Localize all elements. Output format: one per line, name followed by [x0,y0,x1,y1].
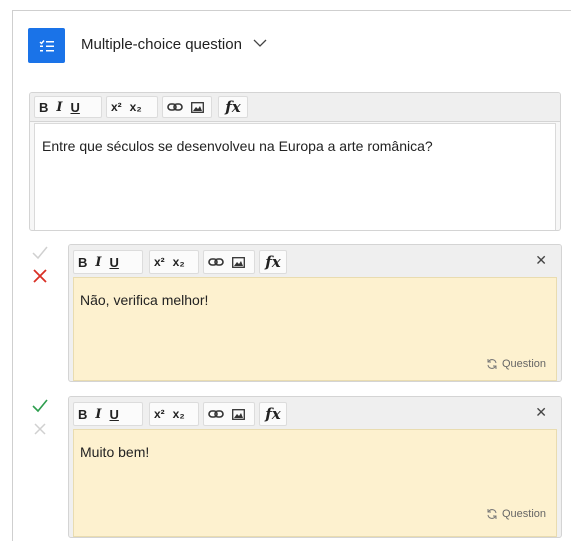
close-icon[interactable]: ✕ [535,252,547,269]
refresh-icon [487,359,497,369]
script-group: x² x₂ [106,96,158,118]
subscript-button[interactable]: x₂ [173,256,185,268]
insert-group [203,402,255,426]
underline-button[interactable]: U [109,408,118,421]
insert-group [162,96,212,118]
link-icon[interactable] [208,257,224,267]
bold-button[interactable]: B [78,256,87,269]
formula-button[interactable]: fx [225,99,240,115]
bold-button[interactable]: B [39,101,48,114]
subscript-button[interactable]: x₂ [173,408,185,420]
formula-group: fx [259,402,287,426]
format-group: B I U [34,96,102,118]
feedback-area[interactable]: Muito bem! Question [73,429,557,537]
italic-button[interactable]: I [95,256,101,269]
underline-button[interactable]: U [70,101,79,114]
answer-toolbar: B I U x² x₂ fx ✕ [69,397,561,431]
feedback-text: Não, verifica melhor! [80,292,209,308]
feedback-text: Muito bem! [80,444,150,460]
superscript-button[interactable]: x² [154,408,165,420]
superscript-button[interactable]: x² [111,101,122,113]
answer-editor-1[interactable]: B I U x² x₂ fx ✕ Não, verifica melhor! Q… [68,244,562,382]
insert-group [203,250,255,274]
answer-editor-2[interactable]: B I U x² x₂ fx ✕ Muito bem! Question [68,396,562,538]
formula-group: fx [218,96,248,118]
question-content[interactable]: Entre que séculos se desenvolveu na Euro… [34,123,556,230]
refresh-icon [487,509,497,519]
cross-icon[interactable] [32,421,48,437]
script-group: x² x₂ [149,250,199,274]
answer-toolbar: B I U x² x₂ fx ✕ [69,245,561,279]
question-type-label[interactable]: Multiple-choice question [81,36,242,53]
close-icon[interactable]: ✕ [535,404,547,421]
formula-button[interactable]: fx [265,254,280,270]
question-type-button[interactable] [28,28,65,63]
list-icon [39,39,54,51]
italic-button[interactable]: I [95,408,101,421]
italic-button[interactable]: I [56,101,62,114]
format-group: B I U [73,402,143,426]
check-icon[interactable] [32,399,48,413]
image-icon[interactable] [232,256,245,268]
question-link[interactable]: Question [486,508,546,520]
format-group: B I U [73,250,143,274]
underline-button[interactable]: U [109,256,118,269]
link-icon[interactable] [208,409,224,419]
bold-button[interactable]: B [78,408,87,421]
script-group: x² x₂ [149,402,199,426]
check-icon[interactable] [32,246,48,260]
image-icon[interactable] [191,101,204,113]
feedback-area[interactable]: Não, verifica melhor! Question [73,277,557,381]
question-link-label: Question [501,508,546,520]
link-icon[interactable] [167,102,183,112]
question-editor[interactable]: B I U x² x₂ fx Entre que séculos se dese… [29,92,561,231]
editor-toolbar: B I U x² x₂ fx [30,93,560,122]
formula-button[interactable]: fx [265,406,280,422]
question-link[interactable]: Question [486,358,546,370]
chevron-down-icon[interactable] [253,39,267,48]
question-text: Entre que séculos se desenvolveu na Euro… [42,138,433,154]
superscript-button[interactable]: x² [154,256,165,268]
image-icon[interactable] [232,408,245,420]
question-link-label: Question [501,358,546,370]
subscript-button[interactable]: x₂ [130,101,142,113]
cross-icon[interactable] [32,268,48,284]
formula-group: fx [259,250,287,274]
